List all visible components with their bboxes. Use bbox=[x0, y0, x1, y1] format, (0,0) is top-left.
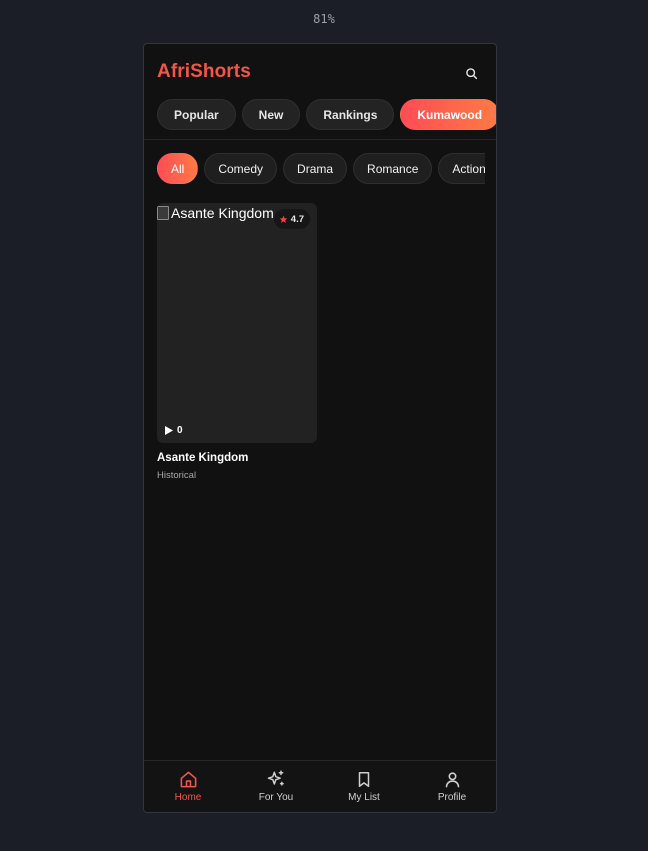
tab-new[interactable]: New bbox=[241, 99, 301, 130]
genre-filter-bar[interactable]: All Comedy Drama Romance Action bbox=[157, 153, 485, 184]
poster-broken-image: Asante Kingdom bbox=[157, 205, 274, 221]
play-icon bbox=[165, 426, 173, 435]
play-count: 0 bbox=[165, 425, 183, 436]
zoom-level: 81% bbox=[313, 12, 335, 26]
show-card[interactable]: Asante Kingdom 4.7 0 Asante Kingdom Hist… bbox=[157, 203, 317, 481]
nav-item-my-list[interactable]: My List bbox=[320, 761, 408, 812]
tab-rankings[interactable]: Rankings bbox=[306, 99, 395, 130]
show-title[interactable]: Asante Kingdom bbox=[157, 452, 317, 464]
nav-label-profile: Profile bbox=[437, 792, 467, 803]
search-button[interactable] bbox=[462, 64, 480, 82]
rating-value: 4.7 bbox=[290, 213, 304, 225]
nav-label-my-list: My List bbox=[348, 792, 380, 803]
play-count-value: 0 bbox=[177, 425, 183, 436]
nav-item-profile[interactable]: Profile bbox=[408, 761, 496, 812]
app-logo[interactable]: AfriShorts bbox=[157, 61, 251, 83]
show-category: Historical bbox=[157, 470, 197, 481]
home-icon bbox=[180, 771, 196, 787]
nav-item-for-you[interactable]: For You bbox=[232, 761, 320, 812]
genre-chip-drama[interactable]: Drama bbox=[283, 153, 348, 184]
category-tabs: Popular New Rankings Kumawood bbox=[157, 99, 496, 130]
app-header: AfriShorts Popular New Rankings Kumawood bbox=[144, 44, 496, 140]
nav-label-for-you: For You bbox=[258, 792, 294, 803]
rating-badge: 4.7 bbox=[273, 209, 310, 229]
genre-chip-action[interactable]: Action bbox=[438, 153, 485, 184]
poster-alt-text: Asante Kingdom bbox=[171, 205, 274, 221]
user-icon bbox=[445, 771, 459, 787]
genre-chip-comedy[interactable]: Comedy bbox=[204, 153, 278, 184]
broken-image-icon bbox=[157, 206, 169, 220]
show-poster[interactable]: Asante Kingdom 4.7 0 bbox=[157, 203, 317, 443]
nav-item-home[interactable]: Home bbox=[144, 761, 232, 812]
nav-label-home: Home bbox=[174, 792, 202, 803]
genre-chip-all[interactable]: All bbox=[157, 153, 199, 184]
genre-chip-romance[interactable]: Romance bbox=[353, 153, 433, 184]
bookmark-icon bbox=[358, 771, 370, 787]
app-frame: AfriShorts Popular New Rankings Kumawood… bbox=[143, 43, 497, 813]
tab-kumawood[interactable]: Kumawood bbox=[400, 99, 496, 130]
bottom-nav: Home For You My List Profile bbox=[144, 760, 496, 812]
tab-popular[interactable]: Popular bbox=[157, 99, 236, 130]
search-icon bbox=[465, 67, 477, 79]
sparkles-icon bbox=[267, 770, 284, 786]
star-icon bbox=[279, 215, 288, 223]
